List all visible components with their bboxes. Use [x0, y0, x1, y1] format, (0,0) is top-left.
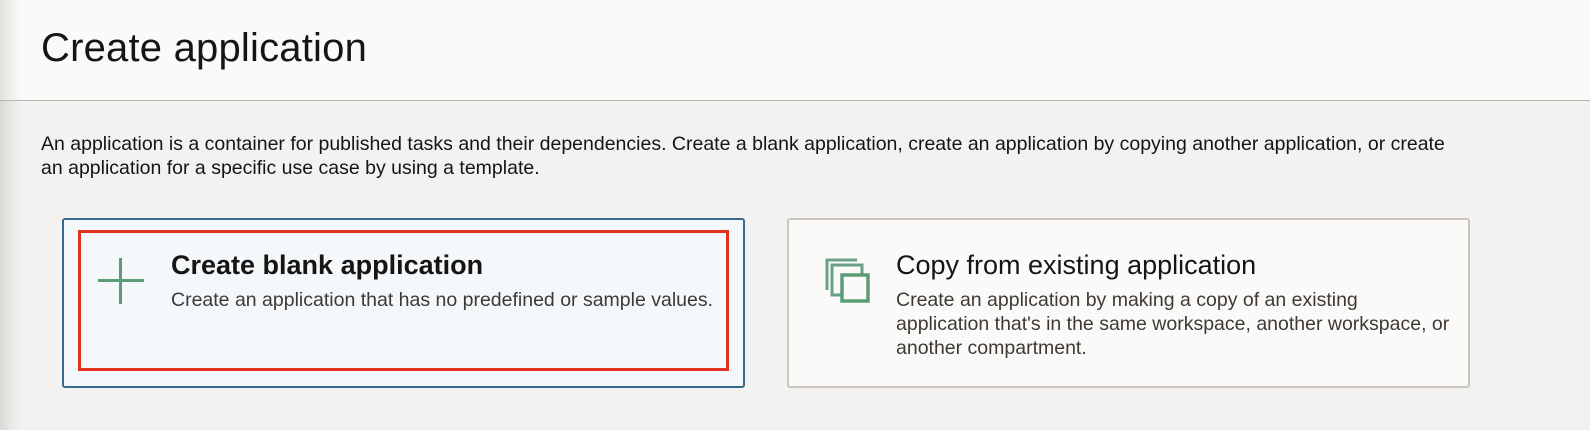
page-header: Create application — [0, 0, 1590, 101]
create-blank-application-card[interactable]: Create blank application Create an appli… — [62, 218, 745, 388]
copy-icon — [823, 256, 871, 304]
card-description: Create an application by making a copy o… — [896, 289, 1450, 359]
create-application-page: Create application An application is a c… — [0, 0, 1590, 430]
card-title: Create blank application — [171, 250, 484, 280]
page-description: An application is a container for publis… — [41, 133, 1445, 179]
card-description: Create an application that has no predef… — [171, 289, 714, 311]
copy-from-existing-application-card[interactable]: Copy from existing application Create an… — [787, 218, 1470, 388]
plus-icon — [98, 258, 144, 304]
page-title: Create application — [41, 26, 368, 70]
card-title: Copy from existing application — [896, 250, 1257, 280]
header-left-shadow — [0, 0, 22, 100]
